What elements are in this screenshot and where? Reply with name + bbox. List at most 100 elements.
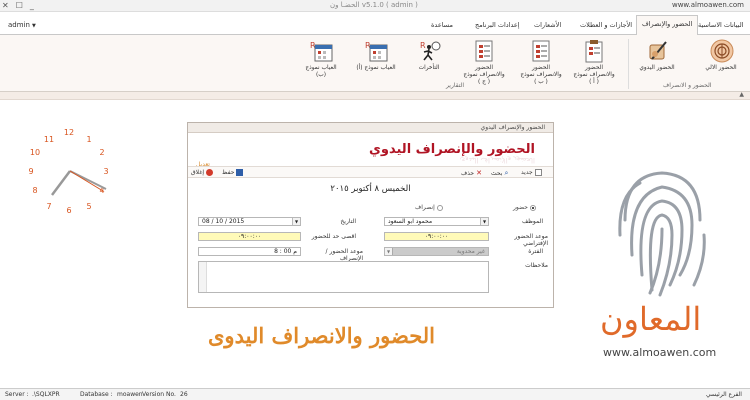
manual-attendance-dialog: الحضور والإنصراف اليدوي الحضور والإنصراف…	[187, 122, 554, 308]
lateness-button[interactable]: R التأخرات	[408, 39, 450, 72]
group-divider	[628, 39, 629, 89]
tab-attendance[interactable]: الحضور والإنصراف	[636, 15, 699, 36]
date-heading: الخميس ٨ أكتوبر ٢٠١٥	[330, 184, 411, 194]
banner-reflection: الحضور والإنصراف اليدوي	[459, 156, 535, 164]
save-button[interactable]: حفظ	[222, 169, 244, 176]
tab-basic-data[interactable]: البيانات الاساسية	[694, 19, 748, 31]
form-a-button[interactable]: الحضور والانصراف نموذج ( أ )	[573, 39, 615, 86]
report-icon	[473, 39, 495, 63]
svg-text:R: R	[420, 41, 426, 50]
actual-time-label: موعد الحضور / الإنصراف	[325, 248, 363, 262]
notes-scrollbar[interactable]	[199, 262, 207, 292]
clock-number: 10	[30, 148, 40, 157]
minimize-window-button[interactable]: _	[30, 1, 34, 10]
form-c-label: الحضور والانصراف نموذج ( ج )	[463, 65, 505, 85]
clock-number: 12	[64, 128, 74, 137]
form-c-button[interactable]: الحضور والانصراف نموذج ( ج )	[463, 39, 505, 86]
tab-settings[interactable]: إعدادات البرنامج	[471, 19, 524, 31]
notes-textarea[interactable]	[198, 261, 489, 293]
server-label: Server :	[5, 391, 29, 398]
absence-a-button[interactable]: R الغياب نموذج (أ)	[355, 39, 397, 72]
group-label-reports: التقارير	[446, 82, 465, 89]
clock-number: 8	[32, 186, 37, 195]
absence-b-label: الغياب نموذج (ب)	[305, 65, 337, 78]
new-document-icon	[534, 169, 542, 176]
absence-a-label: الغياب نموذج (أ)	[356, 65, 396, 71]
radio-attendance-label: حضور	[513, 204, 528, 211]
new-button[interactable]: جديد	[521, 169, 542, 176]
tab-vacations[interactable]: الأجازات و العطلات	[576, 19, 636, 31]
virtual-time-field[interactable]: ٠٩:٠٠:٠٠	[384, 232, 489, 241]
close-button-label: إغلاق	[191, 169, 205, 176]
version-label: Version No.	[142, 391, 176, 398]
clock-number: 5	[86, 202, 91, 211]
clipboard-report-icon	[583, 39, 605, 63]
banner-title: الحضور والإنصراف اليدوي	[369, 142, 535, 157]
close-window-button[interactable]: ✕	[2, 1, 9, 10]
date-label: التاريخ	[340, 218, 356, 225]
clock-hour-hand	[51, 170, 71, 196]
manual-attendance-label: الحضور اليدوي	[639, 65, 675, 71]
clock-number: 11	[44, 135, 54, 144]
radio-checked-icon	[529, 204, 536, 211]
fingerprint-icon	[710, 39, 734, 63]
dialog-title: الحضور والإنصراف اليدوي	[188, 123, 553, 133]
notes-label: ملاحظات	[525, 262, 548, 269]
close-button[interactable]: إغلاق	[191, 169, 214, 176]
actual-time-field[interactable]: م 00 : 8	[198, 247, 301, 256]
lateness-label: التأخرات	[418, 65, 440, 71]
calendar-report-icon: R	[310, 39, 333, 63]
chevron-down-icon: ▼	[292, 218, 300, 225]
radio-attendance[interactable]: حضور	[513, 204, 536, 211]
analog-clock: 12 1 2 3 4 5 6 7 8 9 10 11	[28, 128, 108, 215]
floppy-icon	[236, 169, 244, 176]
user-name: admin	[8, 21, 30, 29]
report-icon	[530, 39, 552, 63]
search-button[interactable]: بحث ⌕	[491, 169, 508, 178]
clock-number: 7	[46, 202, 51, 211]
new-button-label: جديد	[521, 169, 533, 176]
radio-unchecked-icon	[436, 204, 443, 211]
max-limit-label: اقصى حد للحضور	[311, 233, 356, 240]
manual-attendance-button[interactable]: الحضور اليدوي	[636, 39, 678, 72]
maximize-window-button[interactable]: ☐	[16, 1, 23, 10]
brand-caption: الحضور والانصراف اليدوى	[208, 323, 435, 348]
chevron-down-icon: ▼	[31, 23, 36, 29]
auto-attendance-label: الحضور الالي	[705, 65, 737, 71]
clock-number: 3	[103, 167, 108, 176]
date-picker[interactable]: 08 / 10 / 2015 ▼	[198, 217, 301, 226]
user-menu[interactable]: admin ▼	[8, 21, 36, 29]
title-bar: ✕ ☐ _ الحضـا ون v5.1.0 ( admin ) www.alm…	[0, 0, 750, 12]
form-b-label: الحضور والانصراف نموذج ( ب )	[520, 65, 562, 85]
collapse-ribbon-icon[interactable]: ▲	[739, 91, 744, 98]
dialog-toolbar: إغلاق حفظ حذف ✕ بحث ⌕ جديد	[188, 166, 553, 178]
delete-icon: ✕	[476, 169, 482, 177]
logo-text: المعاون	[600, 300, 702, 338]
shift-label: الفترة	[528, 248, 543, 255]
version-value: 26	[180, 391, 188, 398]
radio-leave[interactable]: إنصراف	[415, 204, 443, 211]
window-controls: ✕ ☐ _	[2, 1, 34, 10]
tab-help[interactable]: مساعدة	[427, 19, 457, 31]
chevron-down-icon: ▼	[480, 218, 488, 225]
employee-select[interactable]: محمود ابو السعود ▼	[384, 217, 489, 226]
ribbon: الحضور الالي الحضور اليدوي الحضور و الان…	[0, 35, 750, 92]
clock-number: 6	[66, 206, 71, 215]
employee-label: الموظف	[521, 218, 543, 225]
clock-number: 1	[86, 135, 91, 144]
shift-field[interactable]: غير محدوية ▼	[384, 247, 489, 256]
auto-attendance-button[interactable]: الحضور الالي	[700, 39, 742, 72]
status-bar: Server : .\SQLXPR Database : moawen Vers…	[0, 388, 750, 400]
form-b-button[interactable]: الحضور والانصراف نموذج ( ب )	[520, 39, 562, 86]
group-label-attendance: الحضور و الانصراف	[663, 82, 712, 89]
binoculars-icon: ⌕	[504, 169, 509, 177]
delete-button-label: حذف	[461, 169, 475, 177]
clock-number: 2	[99, 148, 104, 157]
absence-b-button[interactable]: R الغياب نموذج (ب)	[300, 39, 342, 79]
running-clock-icon: R	[418, 39, 441, 63]
dialog-banner: الحضور والإنصراف اليدوي الحضور والإنصراف…	[188, 133, 553, 168]
delete-button[interactable]: حذف ✕	[461, 169, 482, 177]
max-limit-field[interactable]: ٠٩:٠٠:٠٠	[198, 232, 301, 241]
tab-notifications[interactable]: الأشعارات	[530, 19, 565, 31]
branch-name: الفرع الرئيسي	[706, 391, 742, 398]
